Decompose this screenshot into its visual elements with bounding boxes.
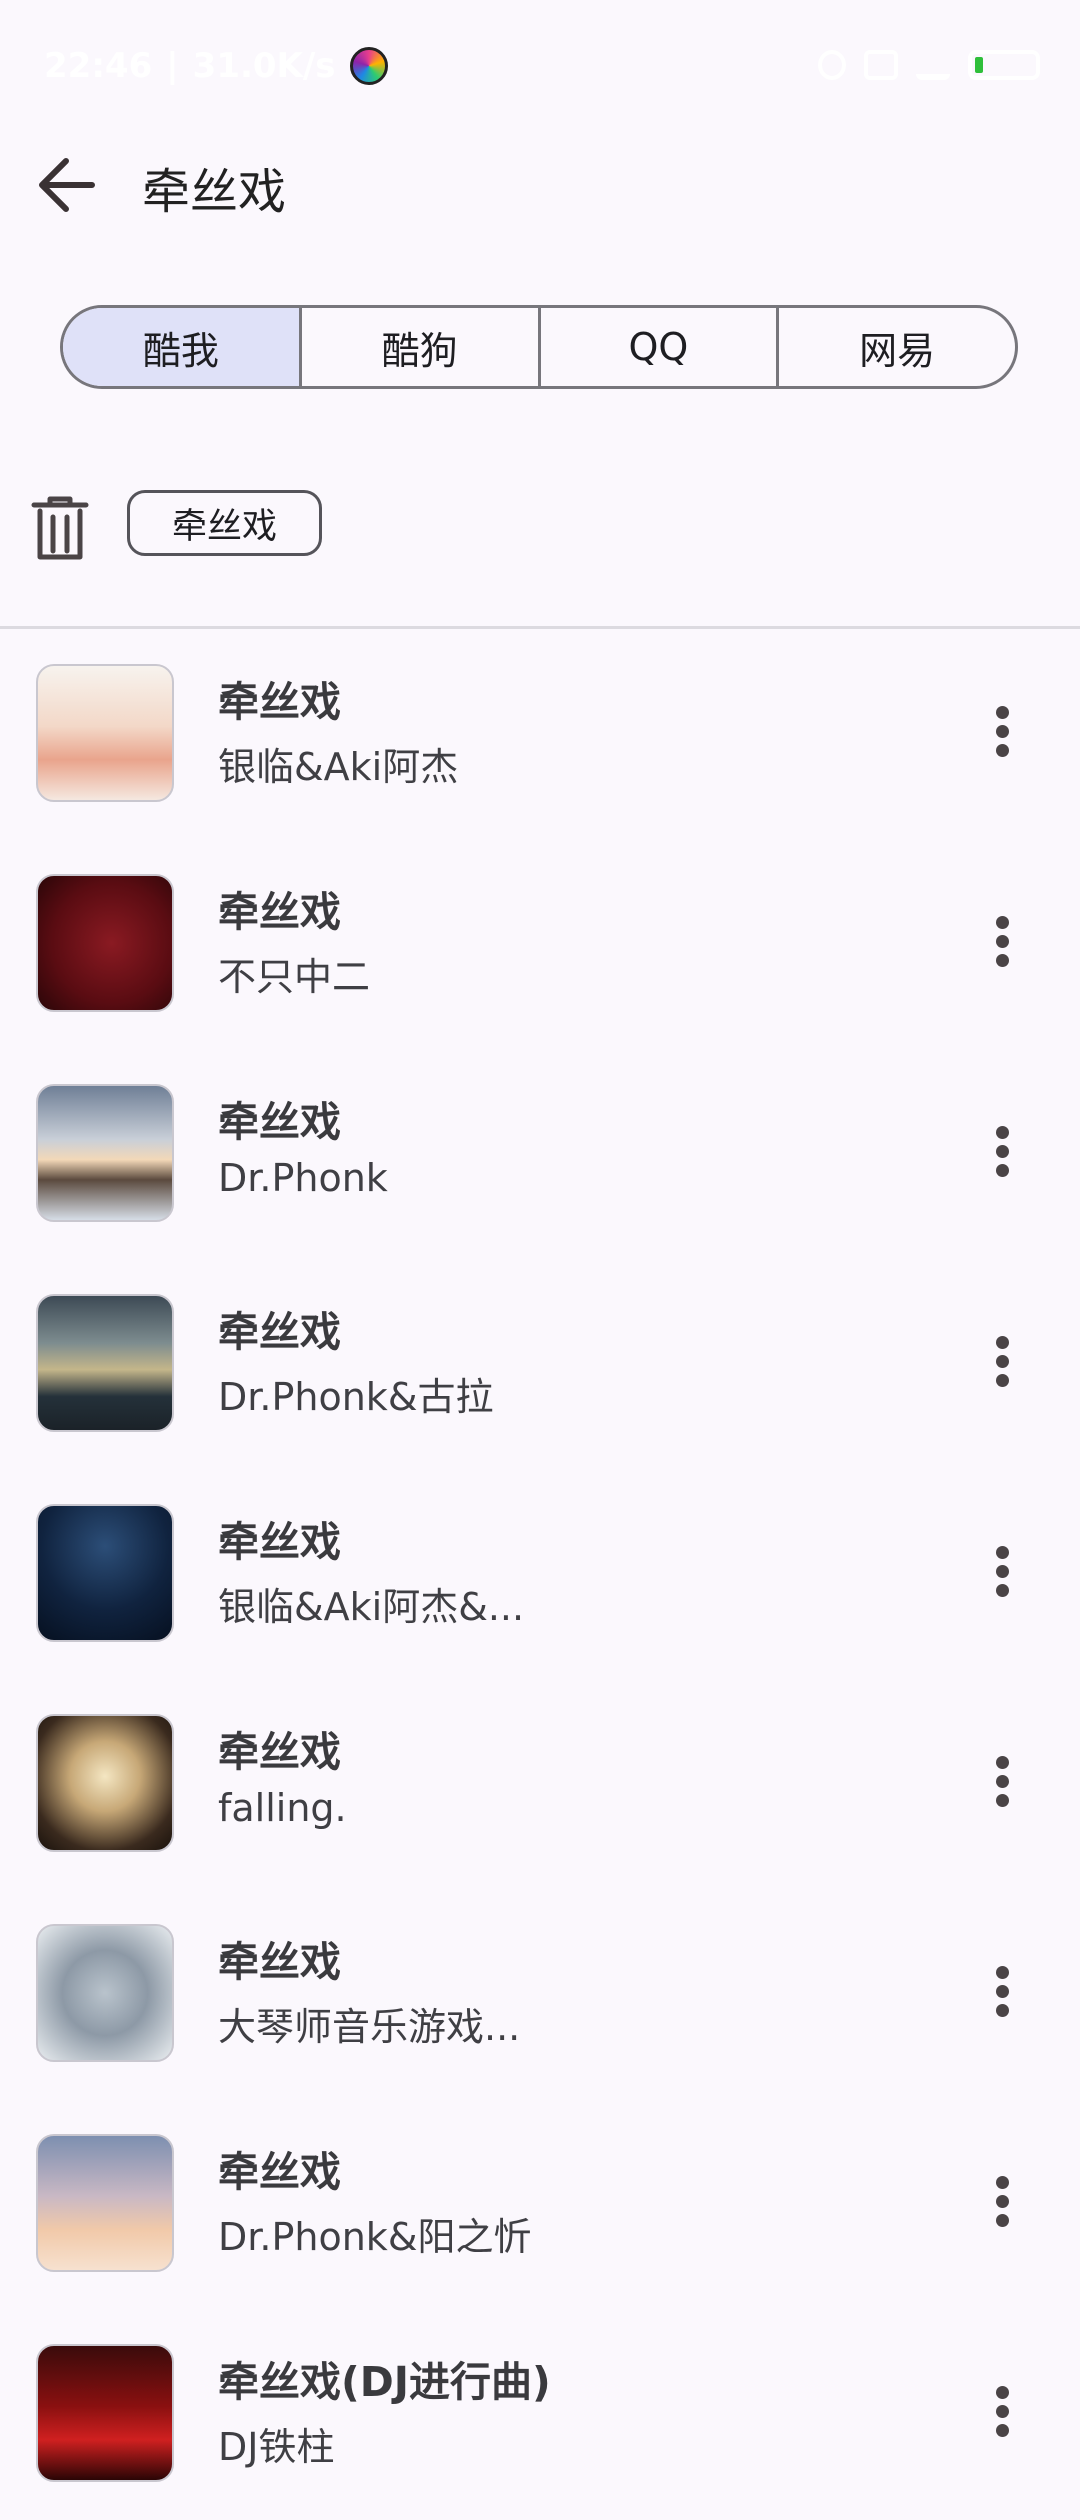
more-vert-icon [995,2386,1009,2399]
more-dot [995,1145,1009,1158]
more-dot [995,2405,1009,2418]
more-options-button[interactable] [980,2380,1024,2450]
album-cover [36,1504,174,1642]
song-title: 牵丝戏(DJ进行曲) [218,2358,551,2406]
album-cover [36,2344,174,2482]
album-cover [36,1924,174,2062]
more-dot [995,1355,1009,1368]
source-segmented-control: 酷我 酷狗 QQ 网易 [60,305,1018,389]
song-artist: falling. [218,1786,347,1830]
more-options-button[interactable] [980,1120,1024,1190]
tab-kuwo[interactable]: 酷我 [63,308,302,386]
status-network-speed: 31.0K/s [192,46,336,86]
divider [0,626,1080,629]
battery-icon [968,50,1040,80]
more-dot [995,935,1009,948]
more-dot [995,725,1009,738]
clear-history-button[interactable] [28,493,92,565]
song-artist: Dr.Phonk [218,1156,388,1200]
more-options-button[interactable] [980,2170,1024,2240]
more-options-button[interactable] [980,1750,1024,1820]
song-title: 牵丝戏 [218,1098,341,1146]
more-options-button[interactable] [980,910,1024,980]
song-artist: 不只中二 [218,955,371,999]
more-dot [995,2004,1009,2017]
app-notification-icon [349,47,388,85]
arrow-left-icon [39,158,95,212]
nfc-icon [864,50,898,80]
status-time: 22:46 [44,46,153,86]
song-artist: Dr.Phonk&古拉 [218,1375,494,1419]
song-artist: Dr.Phonk&阳之忻 [218,2215,532,2259]
song-list: 牵丝戏 银临&Aki阿杰 牵丝戏 不只中二 牵丝戏 Dr.Phonk 牵丝戏 D… [0,630,1080,2520]
more-dot [995,1584,1009,1597]
more-dot [995,744,1009,757]
status-separator: | [166,46,179,86]
more-dot [995,2424,1009,2437]
song-title: 牵丝戏 [218,888,341,936]
song-artist: 大琴师音乐游戏... [218,2005,521,2049]
more-options-button[interactable] [980,1540,1024,1610]
song-row[interactable]: 牵丝戏 银临&Aki阿杰 [0,630,1080,840]
more-vert-icon [995,1126,1009,1139]
song-title: 牵丝戏 [218,678,341,726]
more-dot [995,1164,1009,1177]
album-cover [36,1714,174,1852]
more-dot [995,2214,1009,2227]
more-dot [995,2195,1009,2208]
song-title: 牵丝戏 [218,1938,341,1986]
more-options-button[interactable] [980,700,1024,770]
album-cover [36,1084,174,1222]
more-vert-icon [995,2176,1009,2189]
song-title: 牵丝戏 [218,1308,341,1356]
album-cover [36,874,174,1012]
song-row[interactable]: 牵丝戏 Dr.Phonk [0,1050,1080,1260]
status-right [818,50,1040,80]
album-cover [36,2134,174,2272]
song-title: 牵丝戏 [218,2148,341,2196]
page-title: 牵丝戏 [142,164,287,220]
more-vert-icon [995,1336,1009,1349]
tab-kugou[interactable]: 酷狗 [302,308,541,386]
more-vert-icon [995,1546,1009,1559]
more-vert-icon [995,1756,1009,1769]
status-left: 22:46 | 31.0K/s [44,46,388,86]
song-row[interactable]: 牵丝戏 大琴师音乐游戏... [0,1890,1080,2100]
song-row[interactable]: 牵丝戏 Dr.Phonk&古拉 [0,1260,1080,1470]
song-title: 牵丝戏 [218,1518,341,1566]
album-cover [36,1294,174,1432]
song-row[interactable]: 牵丝戏 不只中二 [0,840,1080,1050]
song-row[interactable]: 牵丝戏 Dr.Phonk&阳之忻 [0,2100,1080,2310]
more-options-button[interactable] [980,1330,1024,1400]
song-row[interactable]: 牵丝戏 银临&Aki阿杰&... [0,1470,1080,1680]
search-history: 牵丝戏 [0,485,1080,580]
more-dot [995,1775,1009,1788]
album-cover [36,664,174,802]
more-dot [995,1374,1009,1387]
song-artist: DJ铁柱 [218,2425,335,2469]
more-options-button[interactable] [980,1960,1024,2030]
battery-level [975,57,983,73]
more-dot [995,954,1009,967]
bluetooth-icon [818,50,846,80]
signal-icon [916,50,950,80]
more-dot [995,1794,1009,1807]
top-app-bar: 牵丝戏 [0,130,1080,240]
song-artist: 银临&Aki阿杰 [218,745,459,789]
tab-qq[interactable]: QQ [541,308,780,386]
more-vert-icon [995,706,1009,719]
status-bar: 22:46 | 31.0K/s [0,0,1080,120]
back-button[interactable] [30,150,110,220]
more-dot [995,1985,1009,1998]
song-artist: 银临&Aki阿杰&... [218,1585,525,1629]
song-row[interactable]: 牵丝戏 falling. [0,1680,1080,1890]
more-dot [995,1565,1009,1578]
more-vert-icon [995,1966,1009,1979]
history-chip[interactable]: 牵丝戏 [127,490,323,556]
song-title: 牵丝戏 [218,1728,341,1776]
song-row[interactable]: 牵丝戏(DJ进行曲) DJ铁柱 [0,2310,1080,2520]
trash-icon [31,496,89,560]
more-vert-icon [995,916,1009,929]
tab-netease[interactable]: 网易 [779,308,1015,386]
